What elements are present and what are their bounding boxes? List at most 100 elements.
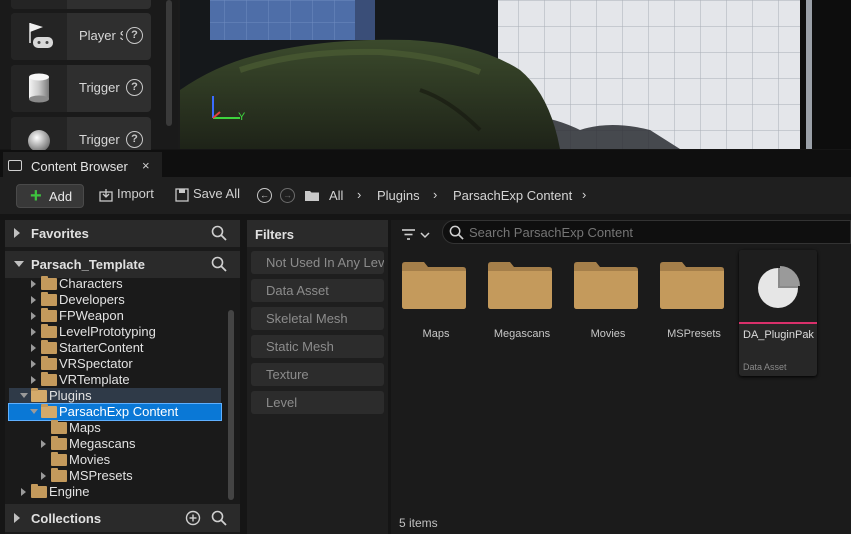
chevron-right-icon[interactable] [31,360,36,368]
place-actors-scrollbar[interactable] [166,0,172,126]
filter-dropdown-icon[interactable] [401,227,431,243]
help-icon[interactable]: ? [126,79,143,96]
import-icon [99,189,113,202]
folder-icon [51,420,67,434]
filter-level[interactable]: Level [251,391,384,414]
asset-type-label: Data Asset [743,362,787,372]
filter-not-used[interactable]: Not Used In Any Level [251,251,384,274]
place-actor-item-partial[interactable] [11,0,151,9]
breadcrumb-separator[interactable]: › [357,187,361,202]
level-viewport[interactable]: Y [180,0,851,149]
folder-icon [51,436,67,450]
search-icon[interactable] [211,256,227,272]
favorites-header[interactable]: Favorites [5,220,240,247]
folder-tree-scrollbar[interactable] [228,310,234,500]
chevron-down-icon[interactable] [30,409,38,414]
filter-label: Level [266,395,298,410]
tree-item[interactable]: LevelPrototyping [9,324,221,340]
chevron-right-icon[interactable] [31,344,36,352]
search-icon [449,225,464,240]
folder-icon [41,276,57,290]
tree-item[interactable]: Characters [9,276,221,292]
actor-thumbnail [11,0,67,9]
chevron-right-icon[interactable] [14,513,20,523]
tree-item[interactable]: Developers [9,292,221,308]
viewport-scene [180,0,851,149]
collections-header[interactable]: Collections [5,504,240,532]
data-asset-pie-icon [758,266,800,308]
content-browser-tab[interactable]: Content Browser × [3,152,162,177]
help-icon[interactable]: ? [126,27,143,44]
tree-item[interactable]: VRSpectator [9,356,221,372]
folder-icon [41,324,57,338]
folder-icon [41,308,57,322]
forward-icon[interactable]: → [280,188,295,203]
search-icon[interactable] [211,510,227,526]
asset-search-box[interactable] [442,220,851,244]
asset-folder-maps[interactable]: Maps [391,252,471,348]
asset-search-input[interactable] [469,224,839,241]
tree-item[interactable]: Maps [9,420,221,436]
filters-header: Filters [247,220,388,247]
chevron-right-icon[interactable] [31,328,36,336]
breadcrumb-plugins[interactable]: Plugins [377,188,420,203]
place-actor-player-start[interactable]: Player Start ? [11,13,151,60]
cylinder-icon [29,73,49,103]
filter-static-mesh[interactable]: Static Mesh [251,335,384,358]
tab-label: Content Browser [31,159,128,174]
breadcrumb-separator[interactable]: › [433,187,437,202]
tree-item[interactable]: ParsachExp Content [8,403,222,421]
breadcrumb-separator[interactable]: › [582,187,586,202]
tree-item[interactable]: Plugins [9,388,221,404]
place-actors-panel: Player Start ? Trigger ? [0,0,178,164]
content-browser-toolbar: + Add Import Save All ← → All › Plugins … [0,177,851,214]
chevron-right-icon[interactable] [41,472,46,480]
chevron-down-icon[interactable] [14,261,24,267]
project-label: Parsach_Template [31,257,145,272]
filter-label: Texture [266,367,309,382]
chevron-down-icon[interactable] [20,393,28,398]
breadcrumb-all[interactable]: All [329,188,343,203]
tree-item[interactable]: FPWeapon [9,308,221,324]
chevron-right-icon[interactable] [21,488,26,496]
chevron-right-icon[interactable] [41,440,46,448]
save-all-button[interactable]: Save All [193,186,240,206]
back-icon[interactable]: ← [257,188,272,203]
filter-label: Data Asset [266,283,329,298]
asset-folder-megascans[interactable]: Megascans [477,252,557,348]
asset-folder-movies[interactable]: Movies [563,252,643,348]
add-collection-icon[interactable] [185,510,201,526]
filter-texture[interactable]: Texture [251,363,384,386]
breadcrumb-parsachexp-content[interactable]: ParsachExp Content [453,188,572,203]
tree-item-label: ParsachExp Content [59,404,179,419]
chevron-right-icon[interactable] [14,228,20,238]
import-button[interactable]: Import [117,186,154,206]
tree-item[interactable]: VRTemplate [9,372,221,388]
project-header[interactable]: Parsach_Template [5,251,240,278]
tree-item[interactable]: Megascans [9,436,221,452]
asset-data-asset[interactable]: DA_PluginPak Data Asset [739,250,817,376]
tree-item[interactable]: MSPresets [9,468,221,484]
folder-icon[interactable] [304,188,320,202]
chevron-right-icon[interactable] [31,376,36,384]
search-icon[interactable] [211,225,227,241]
chevron-right-icon[interactable] [31,296,36,304]
chevron-right-icon[interactable] [31,312,36,320]
filter-data-asset[interactable]: Data Asset [251,279,384,302]
folder-icon [41,356,57,370]
tree-item-label: Plugins [49,388,92,403]
sources-panel: Favorites Parsach_Template Characters Dev… [5,220,240,534]
content-browser-icon [8,160,22,171]
tree-item[interactable]: Movies [9,452,221,468]
close-icon[interactable]: × [142,158,150,173]
asset-folder-mspresets[interactable]: MSPresets [649,252,729,348]
help-icon[interactable]: ? [126,131,143,148]
filters-panel: Filters Not Used In Any Level Data Asset… [247,220,388,534]
chevron-right-icon[interactable] [31,280,36,288]
place-actor-trigger-box[interactable]: Trigger ? [11,65,151,112]
tree-item[interactable]: StarterContent [9,340,221,356]
filter-skeletal-mesh[interactable]: Skeletal Mesh [251,307,384,330]
add-button[interactable]: + Add [16,184,84,208]
tree-item-label: Developers [59,292,125,307]
tree-item[interactable]: Engine [9,484,221,500]
